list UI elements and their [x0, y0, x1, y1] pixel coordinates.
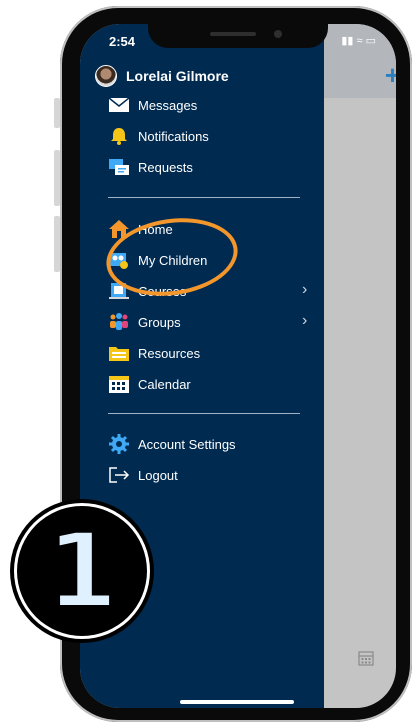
chevron-right-icon[interactable]: ›: [302, 281, 307, 299]
divider: [108, 413, 300, 414]
menu-item-account-settings[interactable]: Account Settings: [108, 433, 236, 455]
menu-label: Notifications: [138, 128, 209, 144]
menu-label: Logout: [138, 467, 178, 483]
menu-label: Resources: [138, 345, 201, 361]
bell-icon: [108, 125, 130, 147]
step-number: 1: [44, 508, 120, 634]
home-indicator: [180, 700, 294, 704]
avatar: [95, 65, 117, 87]
add-icon: +: [384, 60, 396, 90]
menu-label: Messages: [138, 97, 198, 113]
menu-item-logout[interactable]: Logout: [108, 464, 178, 486]
menu-label: Groups: [138, 314, 181, 330]
phone-notch: [148, 24, 328, 48]
speaker: [210, 32, 256, 36]
menu-item-notifications[interactable]: Notifications: [108, 125, 209, 147]
calendar-icon: [358, 651, 374, 666]
calendar-icon: [108, 373, 130, 395]
gear-icon: [108, 433, 130, 455]
menu-label: Calendar: [138, 376, 191, 392]
camera: [274, 30, 282, 38]
envelope-icon: [108, 94, 130, 116]
menu-label: Requests: [138, 159, 193, 175]
status-time: 2:54: [109, 34, 136, 49]
logout-icon: [108, 464, 130, 486]
profile-header[interactable]: Lorelai Gilmore: [95, 65, 229, 87]
chevron-right-icon[interactable]: ›: [302, 312, 307, 330]
folder-icon: [108, 342, 130, 364]
requests-icon: [108, 156, 130, 178]
step-badge: 1: [14, 503, 150, 639]
profile-name: Lorelai Gilmore: [126, 68, 229, 84]
menu-item-requests[interactable]: Requests: [108, 156, 193, 178]
menu-item-resources[interactable]: Resources: [108, 342, 200, 364]
menu-item-messages[interactable]: Messages: [108, 94, 197, 116]
groups-icon: [108, 311, 130, 333]
divider: [108, 197, 300, 198]
status-icons: ▮▮ ≈ ▭: [341, 35, 376, 47]
menu-item-calendar[interactable]: Calendar: [108, 373, 191, 395]
menu-label: Account Settings: [138, 436, 236, 452]
menu-item-groups[interactable]: Groups: [108, 311, 181, 333]
